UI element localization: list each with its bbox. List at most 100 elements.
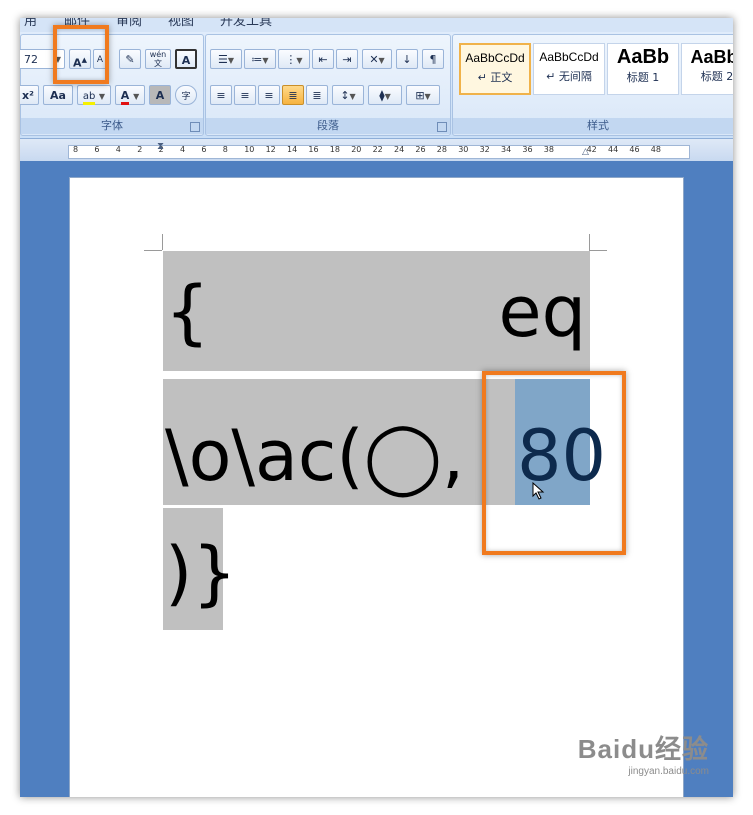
style-sample: AaBb( [690,47,734,67]
field-code-text: \o\ac(◯, [165,415,465,497]
ruler-tick-label: 36 [522,145,533,154]
style-heading-1[interactable]: AaBb 标题 1 [607,43,679,95]
bullets-button[interactable]: ☰▼ [210,49,242,69]
character-border-button[interactable]: A [175,49,197,69]
ruler-tick-label: 14 [287,145,298,154]
watermark-url: jingyan.baidu.com [628,766,709,777]
ruler-tick-label: 8 [222,145,228,154]
ruler-tick-label: 2 [137,145,143,154]
line-spacing-icon: ↕ [340,89,350,102]
ruler-tick-label: 24 [394,145,405,154]
multilevel-list-button[interactable]: ⋮▼ [278,49,310,69]
numbering-icon: ≔ [251,53,263,66]
phonetic-guide-icon: wén 文 [149,50,167,68]
styles-group: AaBbCcDd ↵ 正文 AaBbCcDd ↵ 无间隔 AaBb 标题 1 A… [452,34,733,136]
chinese-layout-button[interactable]: ✕▼ [362,49,392,69]
field-code-line-2[interactable]: \o\ac(◯, [163,379,515,505]
watermark: Baidu经验 jingyan.baidu.com [578,729,709,777]
distributed-button[interactable]: ≣ [306,85,328,105]
style-heading-2[interactable]: AaBb( 标题 2 [681,43,733,95]
style-name: ↵ 无间隔 [546,70,592,83]
increase-indent-button[interactable]: ⇥ [336,49,358,69]
field-code-line-1[interactable]: { eq [163,251,590,371]
right-indent-marker-icon[interactable]: △ [582,147,590,157]
style-name: 标题 1 [626,71,660,84]
increase-indent-icon: ⇥ [342,53,352,66]
phonetic-guide-button[interactable]: wén 文 [145,49,171,69]
paragraph-group: ☰▼ ≔▼ ⋮▼ ⇤ ⇥ ✕▼ ↓ ¶ ≡ ≡ ≡ ≣ ≣ ↕▼ ⧫▼ ⊞▼ 段… [205,34,451,136]
ruler-tick-label: 16 [308,145,319,154]
change-case-button[interactable]: Aa [43,85,73,105]
align-right-button[interactable]: ≡ [258,85,280,105]
crop-mark [144,250,162,251]
selection-callout [482,371,626,555]
field-code-line-3[interactable]: )} [163,508,237,630]
dialog-launcher-icon[interactable] [190,122,200,132]
crop-mark [162,234,163,250]
ruler-tick-label: 4 [180,145,186,154]
style-sample: AaBb [616,46,670,68]
document-page[interactable]: { eq \o\ac(◯, 80 )} [69,177,684,797]
ruler-tick-label: 18 [329,145,340,154]
open-brace: { [165,271,210,353]
decrease-indent-button[interactable]: ⇤ [312,49,334,69]
ruler-tick-label: 20 [351,145,362,154]
style-no-spacing[interactable]: AaBbCcDd ↵ 无间隔 [533,43,605,95]
dialog-launcher-icon[interactable] [437,122,447,132]
numbering-button[interactable]: ≔▼ [244,49,276,69]
ruler-tick-label: 10 [244,145,255,154]
chinese-layout-icon: ✕ [369,53,379,66]
font-group: 72 ▼ A▲ A ✎ wén 文 A x² Aa ab ▼ A ▼ A 字 字… [20,34,204,136]
align-right-icon: ≡ [264,89,274,102]
eq-keyword: eq [498,271,587,353]
indent-marker-icon[interactable]: ⧗ [157,141,165,159]
chevron-down-icon: ▼ [133,92,140,101]
align-center-button[interactable]: ≡ [234,85,256,105]
crop-mark [589,234,590,250]
borders-icon: ⊞ [415,89,425,102]
character-shading-button[interactable]: A [149,85,171,105]
change-case-icon: Aa [50,89,66,102]
justify-button[interactable]: ≣ [282,85,304,105]
watermark-brand: Baidu经验 [577,734,709,764]
chevron-down-icon: ▼ [98,92,106,101]
line-spacing-button[interactable]: ↕▼ [332,85,364,105]
ruler-tick-label: 34 [501,145,512,154]
ruler-tick-label: 44 [608,145,619,154]
ruler-tick-label: 46 [629,145,640,154]
sort-button[interactable]: ↓ [396,49,418,69]
highlight-button[interactable]: ab ▼ [77,85,111,105]
clear-formatting-button[interactable]: ✎ [119,49,141,69]
grow-font-callout [53,25,109,84]
superscript-icon: x² [22,89,34,102]
style-normal[interactable]: AaBbCcDd ↵ 正文 [459,43,531,95]
decrease-indent-icon: ⇤ [318,53,328,66]
ruler-tick-label: 26 [415,145,426,154]
ruler-tick-label: 6 [94,145,100,154]
crop-mark [589,250,607,251]
horizontal-ruler: 8 6 4 2 2 4 6 8 10 12 14 16 18 20 22 24 26 28 30 32 34 36 38 42… [20,139,733,161]
tab-page-layout[interactable]: 用 [24,18,37,29]
paragraph-group-label: 段落 [206,118,450,134]
show-marks-button[interactable]: ¶ [422,49,444,69]
ruler-tick-label: 12 [265,145,276,154]
font-size-value: 72 [24,53,38,66]
superscript-button[interactable]: x² [20,85,39,105]
bullets-icon: ☰ [217,53,228,66]
ribbon-tabs: 用 邮件 审阅 视图 开发工具 [20,18,733,32]
align-left-button[interactable]: ≡ [210,85,232,105]
tab-review[interactable]: 审阅 [116,18,142,29]
borders-button[interactable]: ⊞▼ [406,85,440,105]
align-center-icon: ≡ [240,89,250,102]
ruler-tick-label: 32 [479,145,490,154]
enclose-characters-icon: 字 [181,92,191,102]
tab-developer[interactable]: 开发工具 [220,18,272,29]
shading-button[interactable]: ⧫▼ [368,85,402,105]
tab-view[interactable]: 视图 [168,18,194,29]
close-paren-brace: )} [165,532,237,614]
enclose-characters-button[interactable]: 字 [175,85,197,105]
ruler-tick-label: 38 [543,145,554,154]
ruler-tick-label: 6 [201,145,207,154]
align-left-icon: ≡ [216,89,226,102]
font-color-button[interactable]: A ▼ [115,85,145,105]
